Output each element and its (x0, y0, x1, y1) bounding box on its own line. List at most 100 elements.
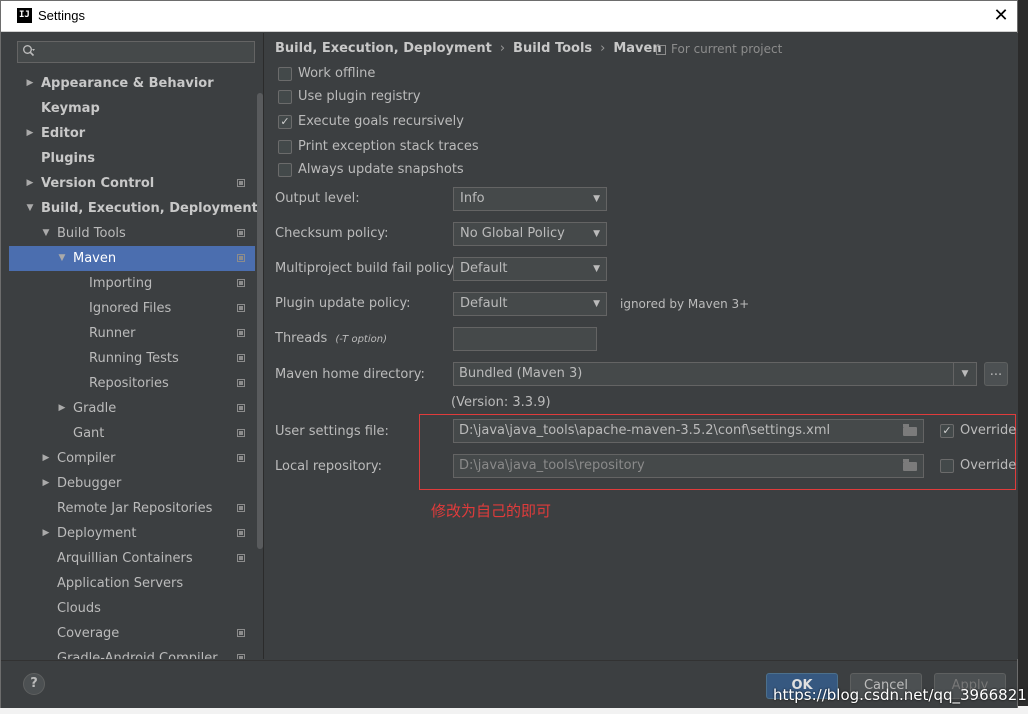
tree-item-build-execution-deployment[interactable]: ▼ Build, Execution, Deployment (9, 196, 258, 221)
tree-item-label: Remote Jar Repositories (57, 501, 213, 516)
chevron-right-icon[interactable]: ▶ (41, 446, 51, 471)
chevron-right-icon[interactable]: ▶ (25, 71, 35, 96)
local-repository-override-box[interactable] (940, 459, 954, 473)
local-repository-value: D:\java\java_tools\repository (459, 458, 645, 473)
tree-item-label: Clouds (57, 601, 101, 616)
execute-goals-box[interactable]: ✓ (278, 115, 292, 129)
tree-item-compiler[interactable]: ▶ Compiler (9, 446, 255, 471)
work-offline-box[interactable] (278, 67, 292, 81)
chevron-down-icon[interactable]: ▼ (57, 246, 67, 271)
settings-window: IJ Settings ✕ ▶ Appearance & Behavior Keym… (0, 0, 1018, 708)
tree-item-plugins[interactable]: Plugins (9, 146, 255, 171)
tree-item-label: Compiler (57, 451, 116, 466)
use-plugin-registry-label: Use plugin registry (298, 89, 421, 104)
user-settings-file-value: D:\java\java_tools\apache-maven-3.5.2\co… (459, 423, 831, 438)
tree-item-label: Ignored Files (89, 301, 172, 316)
chevron-right-icon[interactable]: ▶ (41, 521, 51, 546)
tree-item-coverage[interactable]: Coverage (9, 621, 255, 646)
for-current-project-label: For current project (656, 42, 782, 56)
local-repository-input[interactable]: D:\java\java_tools\repository (453, 454, 924, 478)
tree-item-gant[interactable]: Gant (9, 421, 255, 446)
tree-item-label: Importing (89, 276, 153, 291)
project-scope-icon (656, 44, 666, 55)
breadcrumb-separator: › (499, 41, 506, 56)
intellij-app-icon: IJ (17, 8, 32, 23)
tree-item-label: Keymap (41, 101, 100, 116)
tree-item-remote-jar-repositories[interactable]: Remote Jar Repositories (9, 496, 255, 521)
tree-item-ignored-files[interactable]: Ignored Files (9, 296, 255, 321)
plugin-update-note: ignored by Maven 3+ (620, 297, 750, 311)
project-scope-icon (237, 304, 245, 312)
tree-item-running-tests[interactable]: Running Tests (9, 346, 255, 371)
chevron-right-icon[interactable]: ▶ (25, 171, 35, 196)
project-scope-icon (237, 379, 245, 387)
chevron-right-icon[interactable]: ▶ (41, 471, 51, 496)
user-settings-file-input[interactable]: D:\java\java_tools\apache-maven-3.5.2\co… (453, 419, 924, 443)
threads-label: Threads (-T option) (275, 331, 387, 346)
chevron-right-icon[interactable]: ▶ (57, 396, 67, 421)
project-scope-icon (237, 404, 245, 412)
chevron-down-icon: ▼ (593, 194, 600, 204)
chevron-right-icon[interactable]: ▶ (25, 121, 35, 146)
tree-item-importing[interactable]: Importing (9, 271, 255, 296)
tree-item-maven[interactable]: ▼ Maven (9, 246, 255, 271)
chevron-down-icon: ▼ (593, 229, 600, 239)
always-update-label: Always update snapshots (298, 162, 464, 177)
close-button[interactable]: ✕ (989, 5, 1013, 27)
multiproject-fail-policy-select[interactable]: Default ▼ (453, 257, 607, 281)
tree-item-gradle[interactable]: ▶ Gradle (9, 396, 255, 421)
breadcrumb-build-execution: Build, Execution, Deployment (275, 41, 492, 56)
tree-item-application-servers[interactable]: Application Servers (9, 571, 255, 596)
tree-item-appearance-behavior[interactable]: ▶ Appearance & Behavior (9, 71, 255, 96)
tree-item-clouds[interactable]: Clouds (9, 596, 255, 621)
project-scope-icon (237, 454, 245, 462)
tree-item-runner[interactable]: Runner (9, 321, 255, 346)
for-current-project-text: For current project (671, 42, 783, 56)
maven-home-combo[interactable]: Bundled (Maven 3) ▼ (453, 362, 977, 386)
breadcrumb: Build, Execution, Deployment › Build Tools… (275, 41, 662, 56)
maven-home-browse-button[interactable]: ... (984, 362, 1008, 386)
tree-item-version-control[interactable]: ▶ Version Control (9, 171, 255, 196)
print-exception-box[interactable] (278, 140, 292, 154)
user-settings-override-box[interactable]: ✓ (940, 424, 954, 438)
multiproject-fail-policy-value: Default (460, 261, 508, 276)
folder-icon[interactable] (903, 459, 917, 471)
chevron-down-icon[interactable]: ▼ (953, 363, 976, 385)
settings-tree: ▶ Appearance & Behavior Keymap ▶ Editor Plugi… (9, 71, 258, 659)
tree-item-label: Gradle (73, 401, 117, 416)
folder-icon[interactable] (903, 424, 917, 436)
chevron-down-icon[interactable]: ▼ (25, 196, 35, 221)
chevron-down-icon[interactable]: ▼ (41, 221, 51, 246)
tree-item-gradle-android-compiler[interactable]: Gradle-Android Compiler (9, 646, 255, 659)
output-level-label: Output level: (275, 191, 360, 206)
tree-item-label: Appearance & Behavior (41, 76, 214, 91)
tree-item-label: Plugins (41, 151, 95, 166)
maven-home-label: Maven home directory: (275, 367, 425, 382)
tree-item-deployment[interactable]: ▶ Deployment (9, 521, 255, 546)
checksum-policy-label: Checksum policy: (275, 226, 389, 241)
always-update-box[interactable] (278, 163, 292, 177)
plugin-update-policy-select[interactable]: Default ▼ (453, 292, 607, 316)
help-button[interactable]: ? (23, 673, 45, 695)
breadcrumb-maven: Maven (613, 41, 662, 56)
project-scope-icon (237, 179, 245, 187)
threads-input[interactable] (453, 327, 597, 351)
output-level-select[interactable]: Info ▼ (453, 187, 607, 211)
tree-item-debugger[interactable]: ▶ Debugger (9, 471, 255, 496)
tree-item-build-tools[interactable]: ▼ Build Tools (9, 221, 255, 246)
search-input[interactable] (17, 41, 255, 63)
tree-item-keymap[interactable]: Keymap (9, 96, 255, 121)
plugin-update-policy-value: Default (460, 296, 508, 311)
multiproject-fail-policy-label: Multiproject build fail policy: (275, 261, 458, 276)
project-scope-icon (237, 504, 245, 512)
tree-item-label: Editor (41, 126, 86, 141)
chevron-down-icon: ▼ (593, 299, 600, 309)
project-scope-icon (237, 554, 245, 562)
checksum-policy-select[interactable]: No Global Policy ▼ (453, 222, 607, 246)
tree-item-repositories[interactable]: Repositories (9, 371, 255, 396)
tree-item-arquillian-containers[interactable]: Arquillian Containers (9, 546, 255, 571)
search-icon (22, 44, 36, 61)
tree-item-editor[interactable]: ▶ Editor (9, 121, 255, 146)
execute-goals-label: Execute goals recursively (298, 114, 464, 129)
use-plugin-registry-box[interactable] (278, 90, 292, 104)
